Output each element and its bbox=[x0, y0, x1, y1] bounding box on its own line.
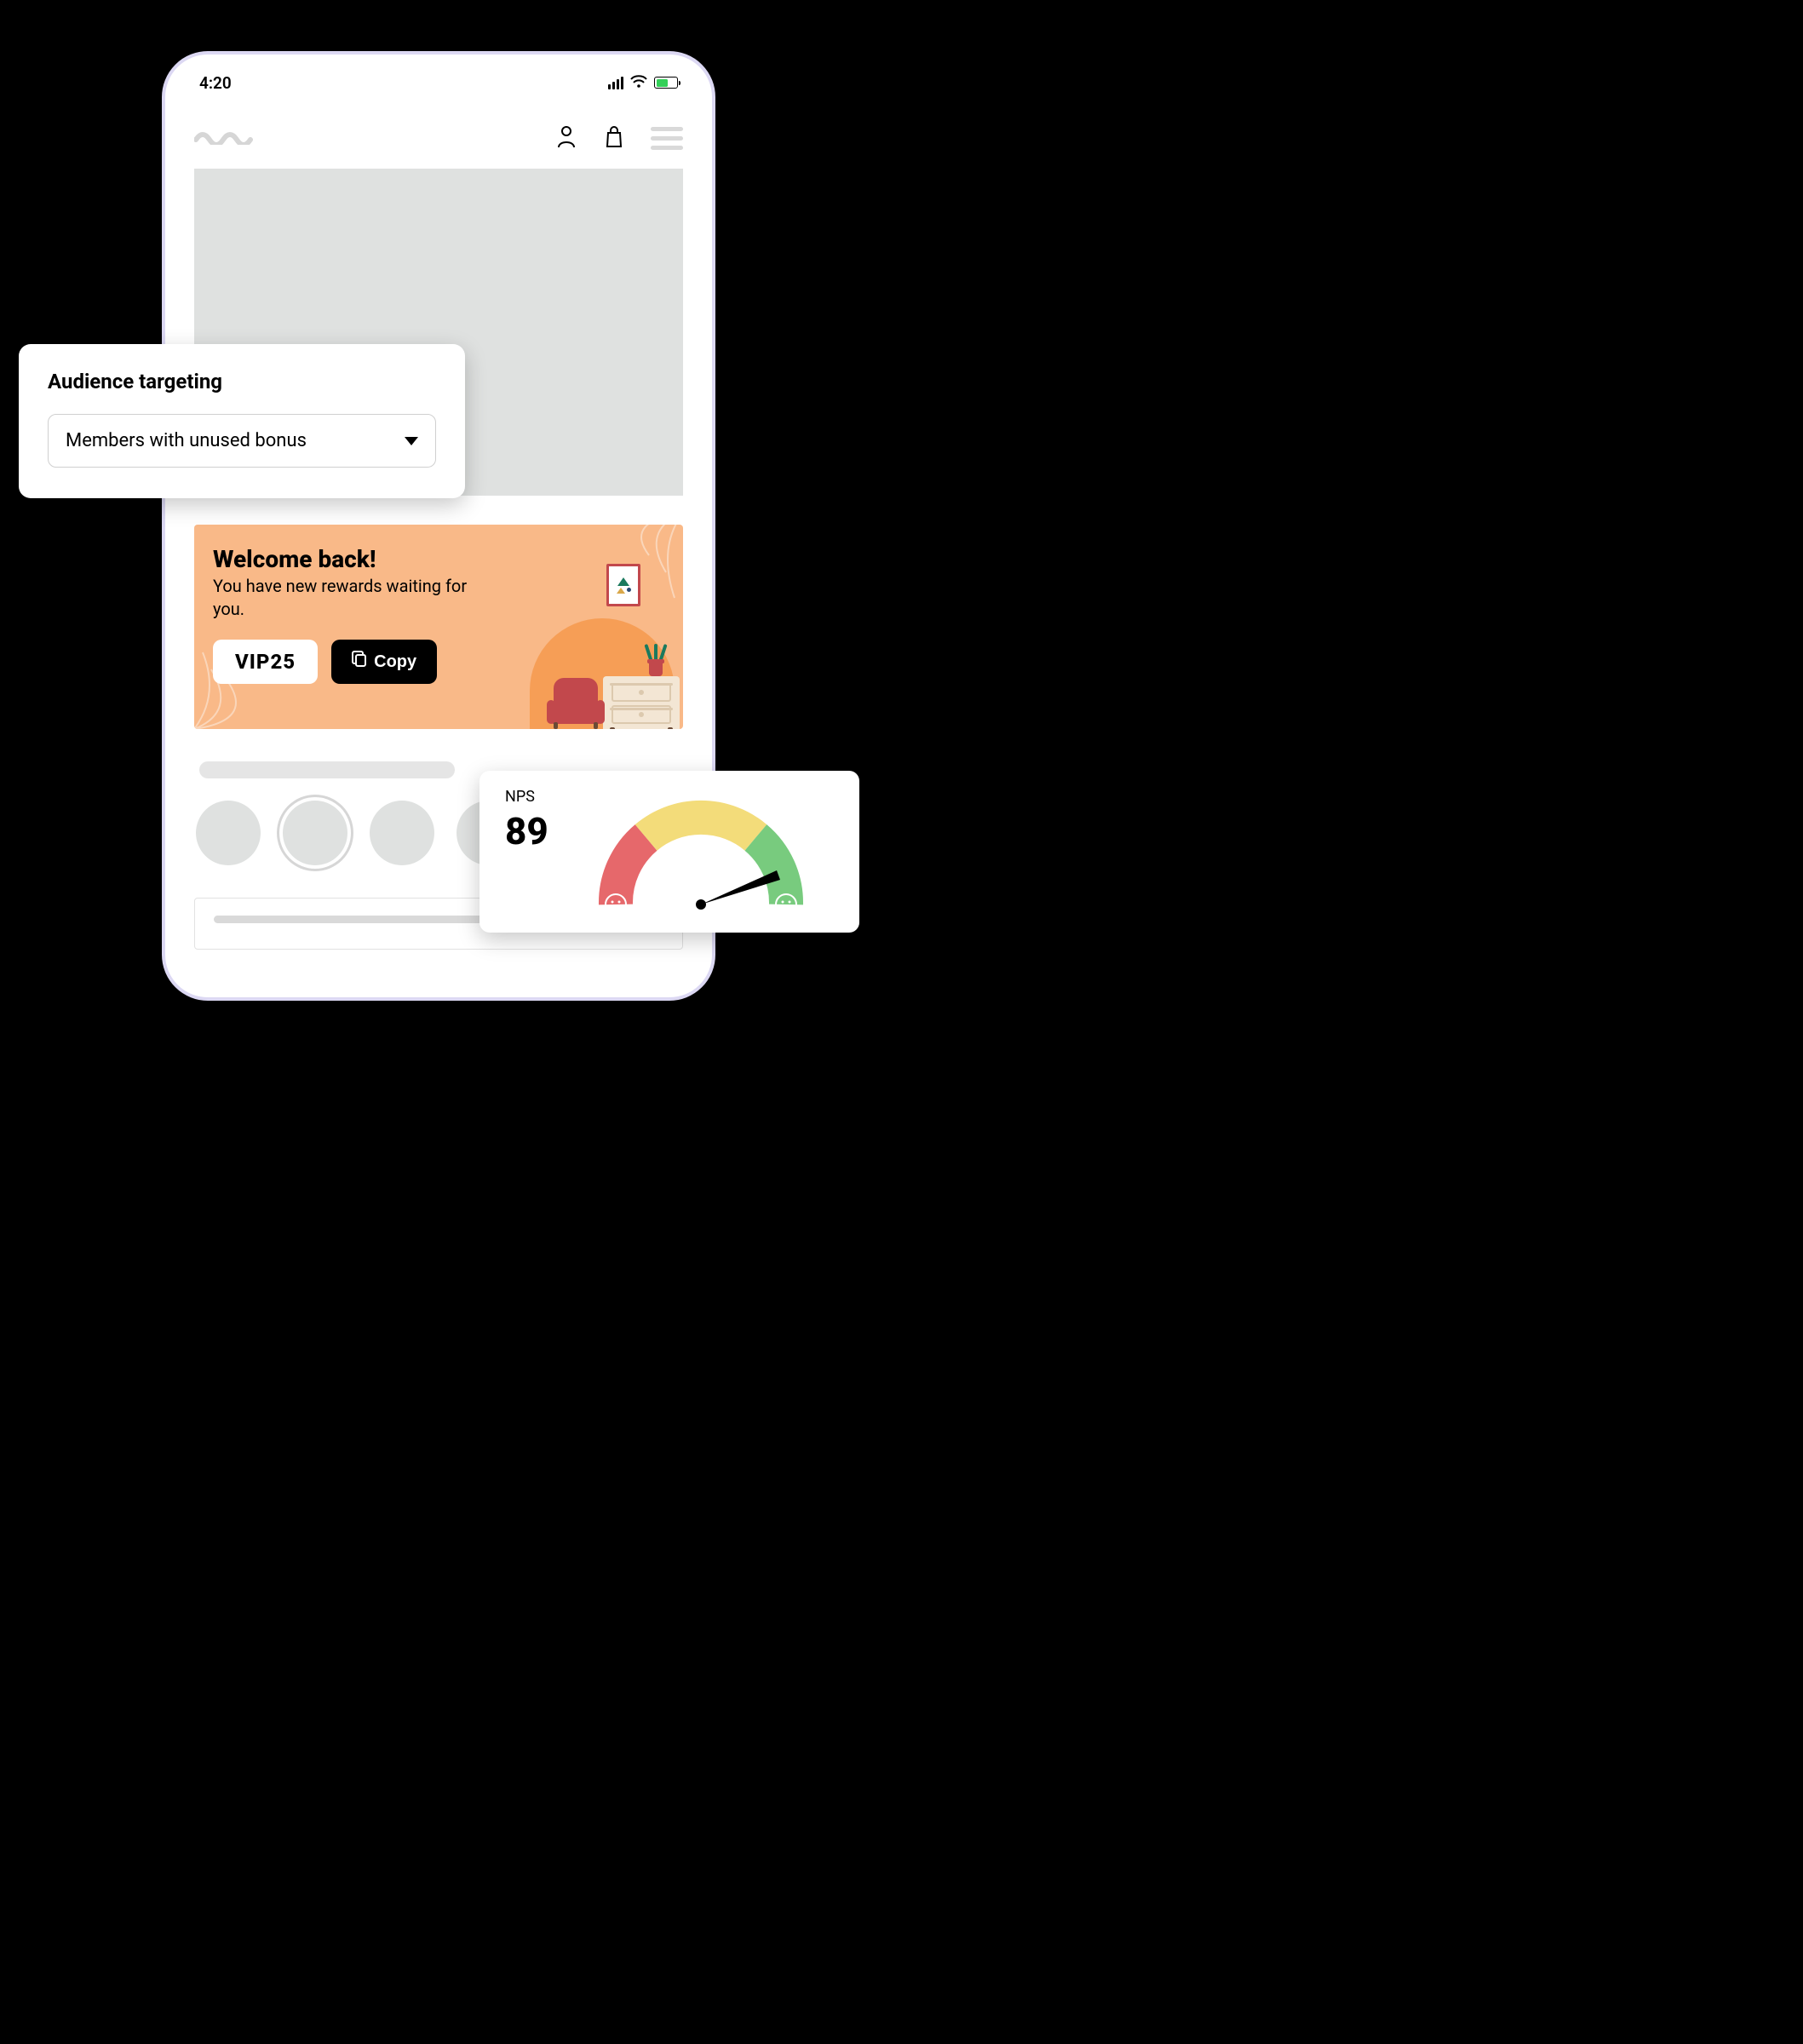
picture-frame-icon bbox=[606, 564, 640, 606]
plant-icon bbox=[644, 640, 668, 676]
nps-gauge bbox=[566, 788, 837, 917]
battery-icon bbox=[654, 77, 678, 89]
promo-title: Welcome back! bbox=[213, 545, 468, 573]
app-header bbox=[165, 97, 712, 169]
rewards-banner: Welcome back! You have new rewards waiti… bbox=[194, 525, 683, 729]
audience-dropdown[interactable]: Members with unused bonus bbox=[48, 414, 436, 468]
status-icons bbox=[608, 73, 678, 93]
promo-subtitle: You have new rewards waiting for you. bbox=[213, 575, 468, 621]
hamburger-menu-icon[interactable] bbox=[651, 127, 683, 150]
wifi-icon bbox=[630, 73, 647, 93]
bag-icon[interactable] bbox=[603, 124, 625, 152]
skeleton-avatar bbox=[370, 801, 434, 865]
cellular-icon bbox=[608, 77, 623, 89]
skeleton-line bbox=[199, 761, 455, 778]
copy-code-button[interactable]: Copy bbox=[331, 640, 437, 684]
skeleton-avatar bbox=[196, 801, 261, 865]
chevron-down-icon bbox=[405, 437, 418, 445]
promo-code-box: VIP25 bbox=[213, 640, 318, 684]
side-table-icon bbox=[603, 676, 680, 729]
audience-targeting-card: Audience targeting Members with unused b… bbox=[19, 344, 465, 498]
logo bbox=[194, 128, 254, 148]
armchair-icon bbox=[547, 678, 605, 729]
audience-title: Audience targeting bbox=[48, 370, 436, 393]
audience-selected-label: Members with unused bonus bbox=[66, 430, 307, 451]
copy-label: Copy bbox=[374, 652, 416, 672]
account-icon[interactable] bbox=[555, 124, 577, 152]
nps-value: 89 bbox=[505, 809, 548, 853]
skeleton-avatar bbox=[283, 801, 347, 865]
nps-card: NPS 89 bbox=[479, 771, 859, 933]
copy-icon bbox=[352, 651, 367, 673]
illustration bbox=[513, 542, 683, 729]
clock: 4:20 bbox=[199, 73, 232, 93]
nps-label: NPS bbox=[505, 788, 548, 806]
status-bar: 4:20 bbox=[165, 55, 712, 97]
